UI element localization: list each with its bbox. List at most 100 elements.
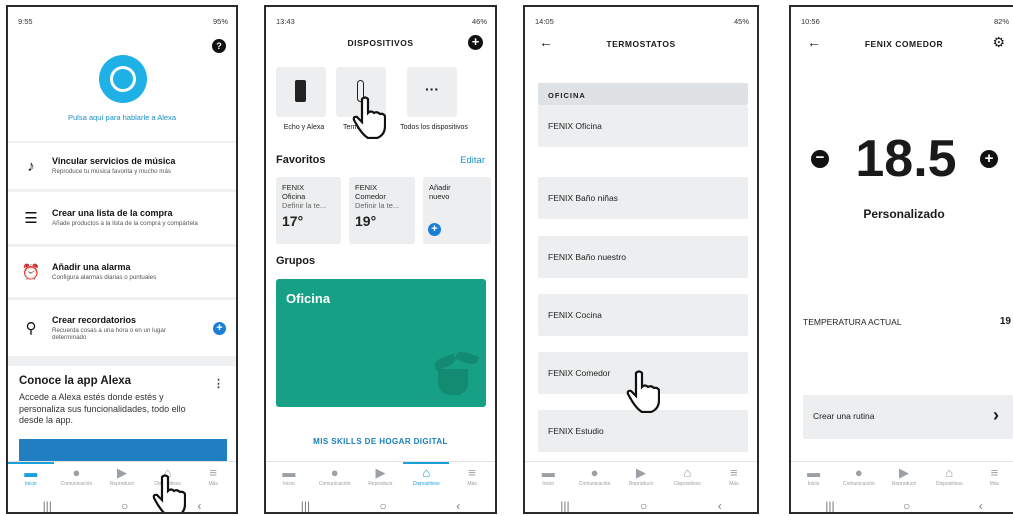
nav-reproducir[interactable]: ▶ Reproducir [618,462,664,494]
more-vert-icon[interactable]: ⋮ [213,377,224,390]
home-circle-icon[interactable]: ○ [640,499,647,513]
grupos-heading: Grupos [276,255,316,267]
chat-bubble-icon: ● [330,465,339,480]
home-circle-icon[interactable]: ○ [121,499,128,513]
nav-inicio[interactable]: ▬ Inicio [8,462,54,494]
devices-house-icon: ⌂ [683,465,692,480]
nav-reproducir[interactable]: ▶ Reproducir [99,462,145,494]
decrease-minus-icon[interactable]: − [811,150,829,168]
nav-mas[interactable]: ≡ Más [190,462,236,494]
hand-pointer-icon [152,474,186,512]
devices-house-icon: ⌂ [945,465,954,480]
nav-reproducir[interactable]: ▶ Reproducir [881,462,926,494]
bottom-nav: ▬Inicio ●Comunicación ▶Reproducir ⌂Dispo… [8,461,236,494]
promo-title: Conoce la app Alexa [19,375,132,387]
nav-comunicacion[interactable]: ● Comunicación [312,462,358,494]
status-time: 14:05 [535,17,554,26]
thermostat-row[interactable]: FENIX Cocina [538,294,748,336]
recents-icon[interactable]: ||| [301,499,310,513]
back-chevron-icon[interactable]: ‹ [456,499,460,513]
alexa-button-icon[interactable] [99,55,147,103]
promo-image [19,439,227,461]
location-pin-icon: ⚲ [25,320,37,337]
home-circle-icon[interactable]: ○ [380,499,387,513]
mode-label: Personalizado [863,207,945,221]
alarm-icon: ⏰ [21,264,41,281]
home-circle-icon[interactable]: ○ [903,499,910,513]
chevron-right-icon: › [993,405,999,425]
back-chevron-icon[interactable]: ‹ [197,499,201,513]
screen-home: 9:55 95% ? Pulsa aquí para hablarle a Al… [6,5,238,514]
fav-oficina[interactable]: FENIX Oficina Definir la te... 17° [276,177,341,244]
nav-comunicacion[interactable]: ● Comunicación [571,462,617,494]
gear-icon[interactable]: ⚙ [992,34,1005,51]
card-music[interactable]: ♪ Vincular servicios de música Reproduce… [8,143,236,189]
nav-inicio[interactable]: ▬ Inicio [525,462,571,494]
add-device-plus-icon[interactable]: + [468,35,483,50]
card-subtitle: Configura alarmas diarias o puntuales [52,274,157,282]
skills-link[interactable]: MIS SKILLS DE HOGAR DIGITAL [266,437,495,446]
status-bar: 14:05 45% [535,17,749,26]
card-title: Añadir una alarma [52,262,131,273]
create-routine-button[interactable]: Crear una rutina › [803,395,1013,439]
group-name: Oficina [286,291,331,306]
recents-icon[interactable]: ||| [560,499,569,513]
system-nav-bar: ||| ○ ‹ [266,495,495,513]
screen-devices: 13:43 46% DISPOSITIVOS + ··· Echo y Alex… [264,5,497,514]
help-icon[interactable]: ? [212,39,226,53]
routine-label: Crear una rutina [813,411,875,421]
music-note-icon: ♪ [27,157,35,175]
nav-inicio[interactable]: ▬ Inicio [266,462,312,494]
thermostat-row[interactable]: FENIX Baño niñas [538,177,748,219]
add-favorite-plus-icon[interactable]: + [428,223,441,236]
play-icon: ▶ [116,465,127,480]
tile-echo[interactable] [276,67,326,117]
plant-leaf-icon [432,353,458,371]
chat-bubble-icon: ● [72,465,81,480]
recents-icon[interactable]: ||| [825,499,834,513]
fav-comedor[interactable]: FENIX Comedor Definir la te... 19° [349,177,415,244]
card-shopping-list[interactable]: ☰ Crear una lista de la compra Añade pro… [8,192,236,244]
nav-dispositivos[interactable]: ⌂Dispositivos [664,462,710,494]
recents-icon[interactable]: ||| [43,499,52,513]
status-bar: 10:56 82% [801,17,1009,26]
fav-add-new[interactable]: Añadir nuevo + [423,177,491,244]
card-alarm[interactable]: ⏰ Añadir una alarma Configura alarmas di… [8,247,236,297]
system-nav-bar: ||| ○ ‹ [791,495,1013,513]
status-battery: 46% [471,17,487,26]
increase-plus-icon[interactable]: + [980,150,998,168]
nav-mas[interactable]: ≡ Más [711,462,757,494]
hand-pointer-icon [352,96,386,139]
editar-link[interactable]: Editar [460,155,485,166]
devices-house-icon: ⌂ [422,465,431,480]
status-time: 13:43 [276,17,295,26]
card-reminders[interactable]: ⚲ Crear recordatorios Recuerda cosas a u… [8,300,236,356]
nav-comunicacion[interactable]: ● Comunicación [836,462,881,494]
card-title: Crear recordatorios [52,314,137,325]
group-card-oficina[interactable]: Oficina [276,279,486,407]
nav-mas[interactable]: ≡ Más [972,462,1013,494]
menu-lines-icon: ≡ [730,465,738,480]
echo-device-icon [295,80,306,102]
add-reminder-plus-icon[interactable]: + [213,322,226,335]
nav-comunicacion[interactable]: ● Comunicación [54,462,100,494]
nav-mas[interactable]: ≡ Más [449,462,495,494]
nav-reproducir[interactable]: ▶ Reproducir [358,462,404,494]
thermostat-row[interactable]: FENIX Oficina [538,105,748,147]
promo-text: Accede a Alexa estés donde estés y perso… [19,392,186,425]
nav-dispositivos[interactable]: ⌂Dispositivos [927,462,972,494]
card-title: Crear una lista de la compra [52,208,173,219]
alexa-prompt[interactable]: Pulsa aquí para hablarle a Alexa [8,113,236,122]
status-bar: 13:43 46% [276,17,487,26]
nav-dispositivos[interactable]: ⌂Dispositivos [403,462,450,494]
thermostat-row[interactable]: FENIX Baño nuestro [538,236,748,278]
nav-inicio[interactable]: ▬ Inicio [791,462,836,494]
back-chevron-icon[interactable]: ‹ [718,499,722,513]
screen-thermostat-detail: 10:56 82% ← FENIX COMEDOR ⚙ − 18.5 + Per… [789,5,1013,514]
tile-todos[interactable]: ··· [407,67,457,117]
status-time: 10:56 [801,17,820,26]
back-chevron-icon[interactable]: ‹ [979,499,983,513]
thermostat-row[interactable]: FENIX Estudio [538,410,748,452]
system-nav-bar: ||| ○ ‹ [8,495,236,513]
current-temp-value: 19 [999,316,1011,327]
